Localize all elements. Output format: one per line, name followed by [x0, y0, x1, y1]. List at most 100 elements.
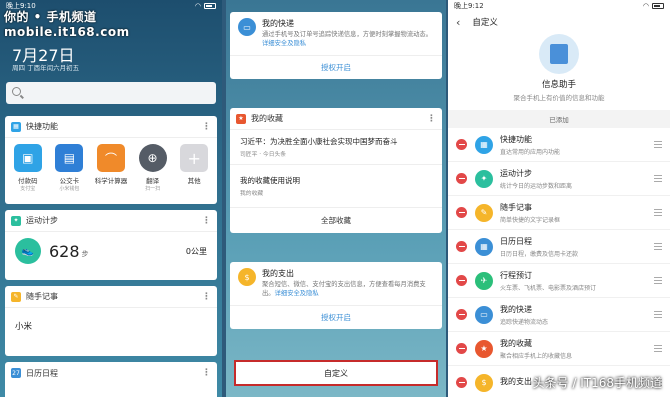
authorize-button[interactable]: 授权开启 [230, 304, 442, 329]
favorite-source: 司匠平 · 今日头条 [240, 152, 287, 158]
coin-icon: $ [475, 373, 493, 392]
favorite-source: 我的收藏 [240, 191, 264, 197]
added-list: ▦ 快捷功能 直达常用的应用内功能 ✦ 运动计步 统计今日的运动步数和距离 ✎ 随手记事 简单快… [448, 128, 670, 397]
status-icons: ◠ [643, 2, 664, 10]
tile-other[interactable]: + 其他 [175, 144, 213, 192]
note-text: 小米 [15, 322, 33, 332]
hero-title: 信息助手 [541, 80, 576, 90]
remove-icon[interactable] [456, 309, 467, 320]
remove-icon[interactable] [456, 343, 467, 354]
battery-icon [652, 3, 664, 9]
step-count: 628 [49, 241, 80, 261]
more-icon[interactable]: ⋮ [202, 368, 211, 378]
quick-icon: ▦ [11, 121, 21, 132]
remove-icon[interactable] [456, 275, 467, 286]
privacy-link[interactable]: 详细安全及隐私 [262, 40, 306, 47]
row-desc: 追踪快递物流动态 [500, 318, 549, 326]
tile-label: 科学计算器 [94, 177, 128, 185]
remove-icon[interactable] [456, 207, 467, 218]
calendar-icon: 27 [11, 368, 21, 378]
favorite-item[interactable]: 我的收藏使用说明 我的收藏 [230, 165, 442, 208]
card-header: ✎ 随手记事 ⋮ [5, 286, 217, 308]
drag-handle-icon[interactable] [654, 209, 662, 216]
drag-handle-icon[interactable] [654, 175, 662, 182]
bus-card-icon: ▤ [55, 144, 84, 172]
tile-translate[interactable]: ⊕ 翻译 扫一扫 [134, 144, 172, 192]
row-title: 快捷功能 [500, 134, 532, 144]
card-header: 27 日历日程 ⋮ [5, 362, 217, 384]
status-time: 晚上9:12 [454, 2, 484, 10]
row-title: 我的支出 [500, 377, 532, 386]
expense-title: 我的支出 [262, 269, 294, 278]
watermark-bottom: 头条号 / IT168手机频道 [532, 376, 662, 390]
customize-row[interactable]: ✈ 行程预订 火车票、飞机票、电影票及酒店预订 [448, 264, 670, 298]
more-icon[interactable]: ⋮ [427, 114, 436, 124]
customize-row[interactable]: ▦ 快捷功能 直达常用的应用内功能 [448, 128, 670, 162]
widget-panel-scrolled: ▭ 我的快递 通过手机号及订单号追踪快递信息，方便时刻掌握物流动态。详细安全及隐… [226, 0, 446, 397]
remove-icon[interactable] [456, 377, 467, 388]
shoe-icon: 👟 [15, 238, 41, 264]
row-title: 运动计步 [500, 168, 532, 178]
more-icon[interactable]: ⋮ [202, 292, 211, 302]
drag-handle-icon[interactable] [654, 141, 662, 148]
row-desc: 火车票、飞机票、电影票及酒店预订 [500, 284, 597, 292]
drag-handle-icon[interactable] [654, 345, 662, 352]
remove-icon[interactable] [456, 173, 467, 184]
tile-sub: 支付宝 [20, 186, 36, 192]
back-arrow-icon[interactable]: ‹ [456, 16, 460, 29]
card-title: 快捷功能 [26, 122, 58, 131]
run-icon: ✦ [11, 215, 21, 226]
steps-card[interactable]: ✦ 运动计步 ⋮ 👟 628 步 0公里 [5, 210, 217, 280]
card-title: 运动计步 [26, 216, 58, 225]
favorites-card: ★ 我的收藏 ⋮ 习近平：为决胜全面小康社会实现中国梦而奋斗 司匠平 · 今日头… [230, 108, 442, 233]
tile-bus-card[interactable]: ▤ 公交卡 小米钱包 [50, 144, 88, 192]
star-icon: ★ [475, 339, 493, 358]
step-unit: 步 [81, 249, 89, 258]
expense-desc: 聚合短信、微信、支付宝的支出信息，方便查看每月消费支出。详细安全及隐私 [262, 281, 426, 297]
tile-label: 付款码 [18, 177, 38, 185]
drag-handle-icon[interactable] [654, 277, 662, 284]
row-title: 随手记事 [500, 202, 532, 212]
calendar-card[interactable]: 27 日历日程 ⋮ [5, 362, 217, 397]
more-icon[interactable]: ⋮ [202, 122, 211, 132]
more-icon[interactable]: ⋮ [202, 216, 211, 226]
nav-bar: ‹ 自定义 [448, 12, 670, 32]
tile-pay-code[interactable]: ▣ 付款码 支付宝 [9, 144, 47, 192]
drag-handle-icon[interactable] [654, 243, 662, 250]
notes-card[interactable]: ✎ 随手记事 ⋮ 小米 [5, 286, 217, 356]
favorite-item[interactable]: 习近平：为决胜全面小康社会实现中国梦而奋斗 司匠平 · 今日头条 [230, 130, 442, 165]
expense-row: $ 我的支出 聚合短信、微信、支付宝的支出信息，方便查看每月消费支出。详细安全及… [230, 262, 442, 305]
customize-row[interactable]: ★ 我的收藏 聚合相应手机上的收藏信息 [448, 332, 670, 366]
translate-icon: ⊕ [138, 144, 167, 172]
customize-row[interactable]: ▦ 日历日程 日历日程，缴费及信用卡还款 [448, 230, 670, 264]
row-desc: 直达常用的应用内功能 [500, 148, 561, 156]
search-icon [12, 87, 21, 96]
remove-icon[interactable] [456, 241, 467, 252]
privacy-link[interactable]: 详细安全及隐私 [275, 290, 319, 297]
customize-row[interactable]: ✦ 运动计步 统计今日的运动步数和距离 [448, 162, 670, 196]
card-title: 日历日程 [26, 368, 58, 378]
remove-icon[interactable] [456, 139, 467, 150]
customize-button[interactable]: 自定义 [234, 360, 438, 386]
row-desc: 聚合相应手机上的收藏信息 [500, 352, 573, 360]
tile-sub: 扫一扫 [145, 186, 161, 192]
all-favorites-button[interactable]: 全部收藏 [230, 208, 442, 233]
drag-handle-icon[interactable] [654, 311, 662, 318]
row-desc: 统计今日的运动步数和距离 [500, 182, 573, 190]
box-icon: ▭ [238, 18, 256, 36]
customize-row[interactable]: ▭ 我的快递 追踪快递物流动态 [448, 298, 670, 332]
box-icon: ▭ [475, 305, 493, 324]
authorize-button[interactable]: 授权开启 [230, 54, 442, 79]
customize-row[interactable]: ✎ 随手记事 简单快捷的文字记录框 [448, 196, 670, 230]
added-section-label: 已添加 [448, 110, 670, 128]
card-header: ★ 我的收藏 ⋮ [230, 108, 442, 130]
coin-icon: $ [238, 268, 256, 286]
tile-calculator[interactable]: ⌒ 科学计算器 [92, 144, 130, 192]
steps-row: 👟 628 步 0公里 [5, 232, 217, 270]
search-input[interactable] [6, 82, 216, 104]
quick-functions-card: ▦ 快捷功能 ⋮ ▣ 付款码 支付宝 ▤ 公交卡 小米钱包 ⌒ 科学计算器 ⊕ [5, 116, 217, 204]
status-bar: 晚上9:12 ◠ [448, 0, 670, 12]
page-title: 自定义 [472, 18, 498, 28]
qr-icon: ▣ [13, 144, 42, 172]
delivery-card: ▭ 我的快递 通过手机号及订单号追踪快递信息，方便时刻掌握物流动态。详细安全及隐… [230, 12, 442, 79]
